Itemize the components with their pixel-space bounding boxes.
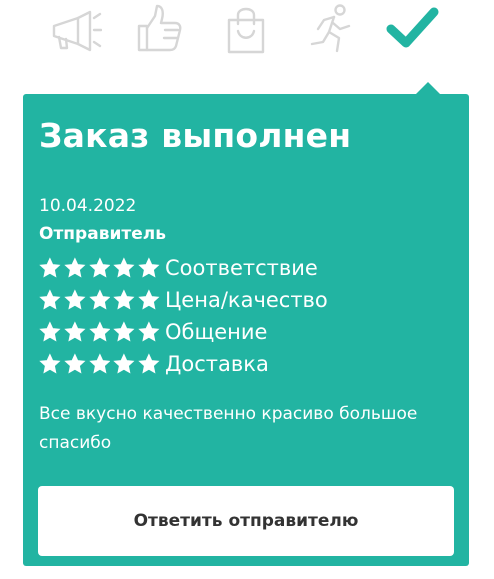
star-rating [39, 321, 163, 343]
shopping-bag-icon [219, 2, 273, 56]
star-icon [64, 353, 86, 374]
star-icon [138, 353, 160, 374]
sender-label: Отправитель [39, 224, 166, 244]
star-icon [88, 321, 111, 342]
star-icon [39, 289, 61, 310]
star-icon [113, 289, 135, 310]
star-icon [113, 257, 135, 278]
reply-to-sender-button[interactable]: Ответить отправителю [38, 486, 454, 556]
star-icon [138, 289, 160, 310]
order-status-card: Заказ выполнен 10.04.2022 Отправитель Со… [23, 82, 469, 566]
star-icon [39, 321, 61, 342]
star-icon [39, 257, 61, 278]
star-icon [64, 321, 86, 342]
order-progress-steps [0, 0, 494, 62]
thumbs-up-icon [131, 2, 185, 56]
star-icon [88, 353, 111, 374]
review-comment: Все вкусно качественно красиво большое с… [39, 404, 418, 453]
star-icon [39, 353, 61, 374]
star-rating [39, 353, 163, 375]
star-rating [39, 257, 163, 279]
order-date: 10.04.2022 [39, 196, 137, 216]
running-person-icon [304, 2, 358, 56]
rating-label: Цена/качество [165, 288, 328, 312]
star-icon [88, 289, 111, 310]
star-rating [39, 289, 163, 311]
star-icon [138, 257, 160, 278]
star-icon [138, 321, 160, 342]
rating-row: Общение [39, 316, 328, 348]
star-icon [113, 353, 135, 374]
rating-row: Доставка [39, 348, 328, 380]
star-icon [88, 257, 111, 278]
rating-label: Соответствие [165, 256, 318, 280]
star-icon [64, 289, 86, 310]
ratings-list: Соответствие Цена/качество Общение Доста… [39, 252, 328, 380]
order-status-title: Заказ выполнен [39, 116, 352, 155]
rating-label: Общение [165, 320, 268, 344]
rating-row: Цена/качество [39, 284, 328, 316]
star-icon [64, 257, 86, 278]
rating-label: Доставка [165, 352, 269, 376]
checkmark-icon [386, 2, 440, 56]
star-icon [113, 321, 135, 342]
megaphone-icon [48, 2, 102, 56]
rating-row: Соответствие [39, 252, 328, 284]
